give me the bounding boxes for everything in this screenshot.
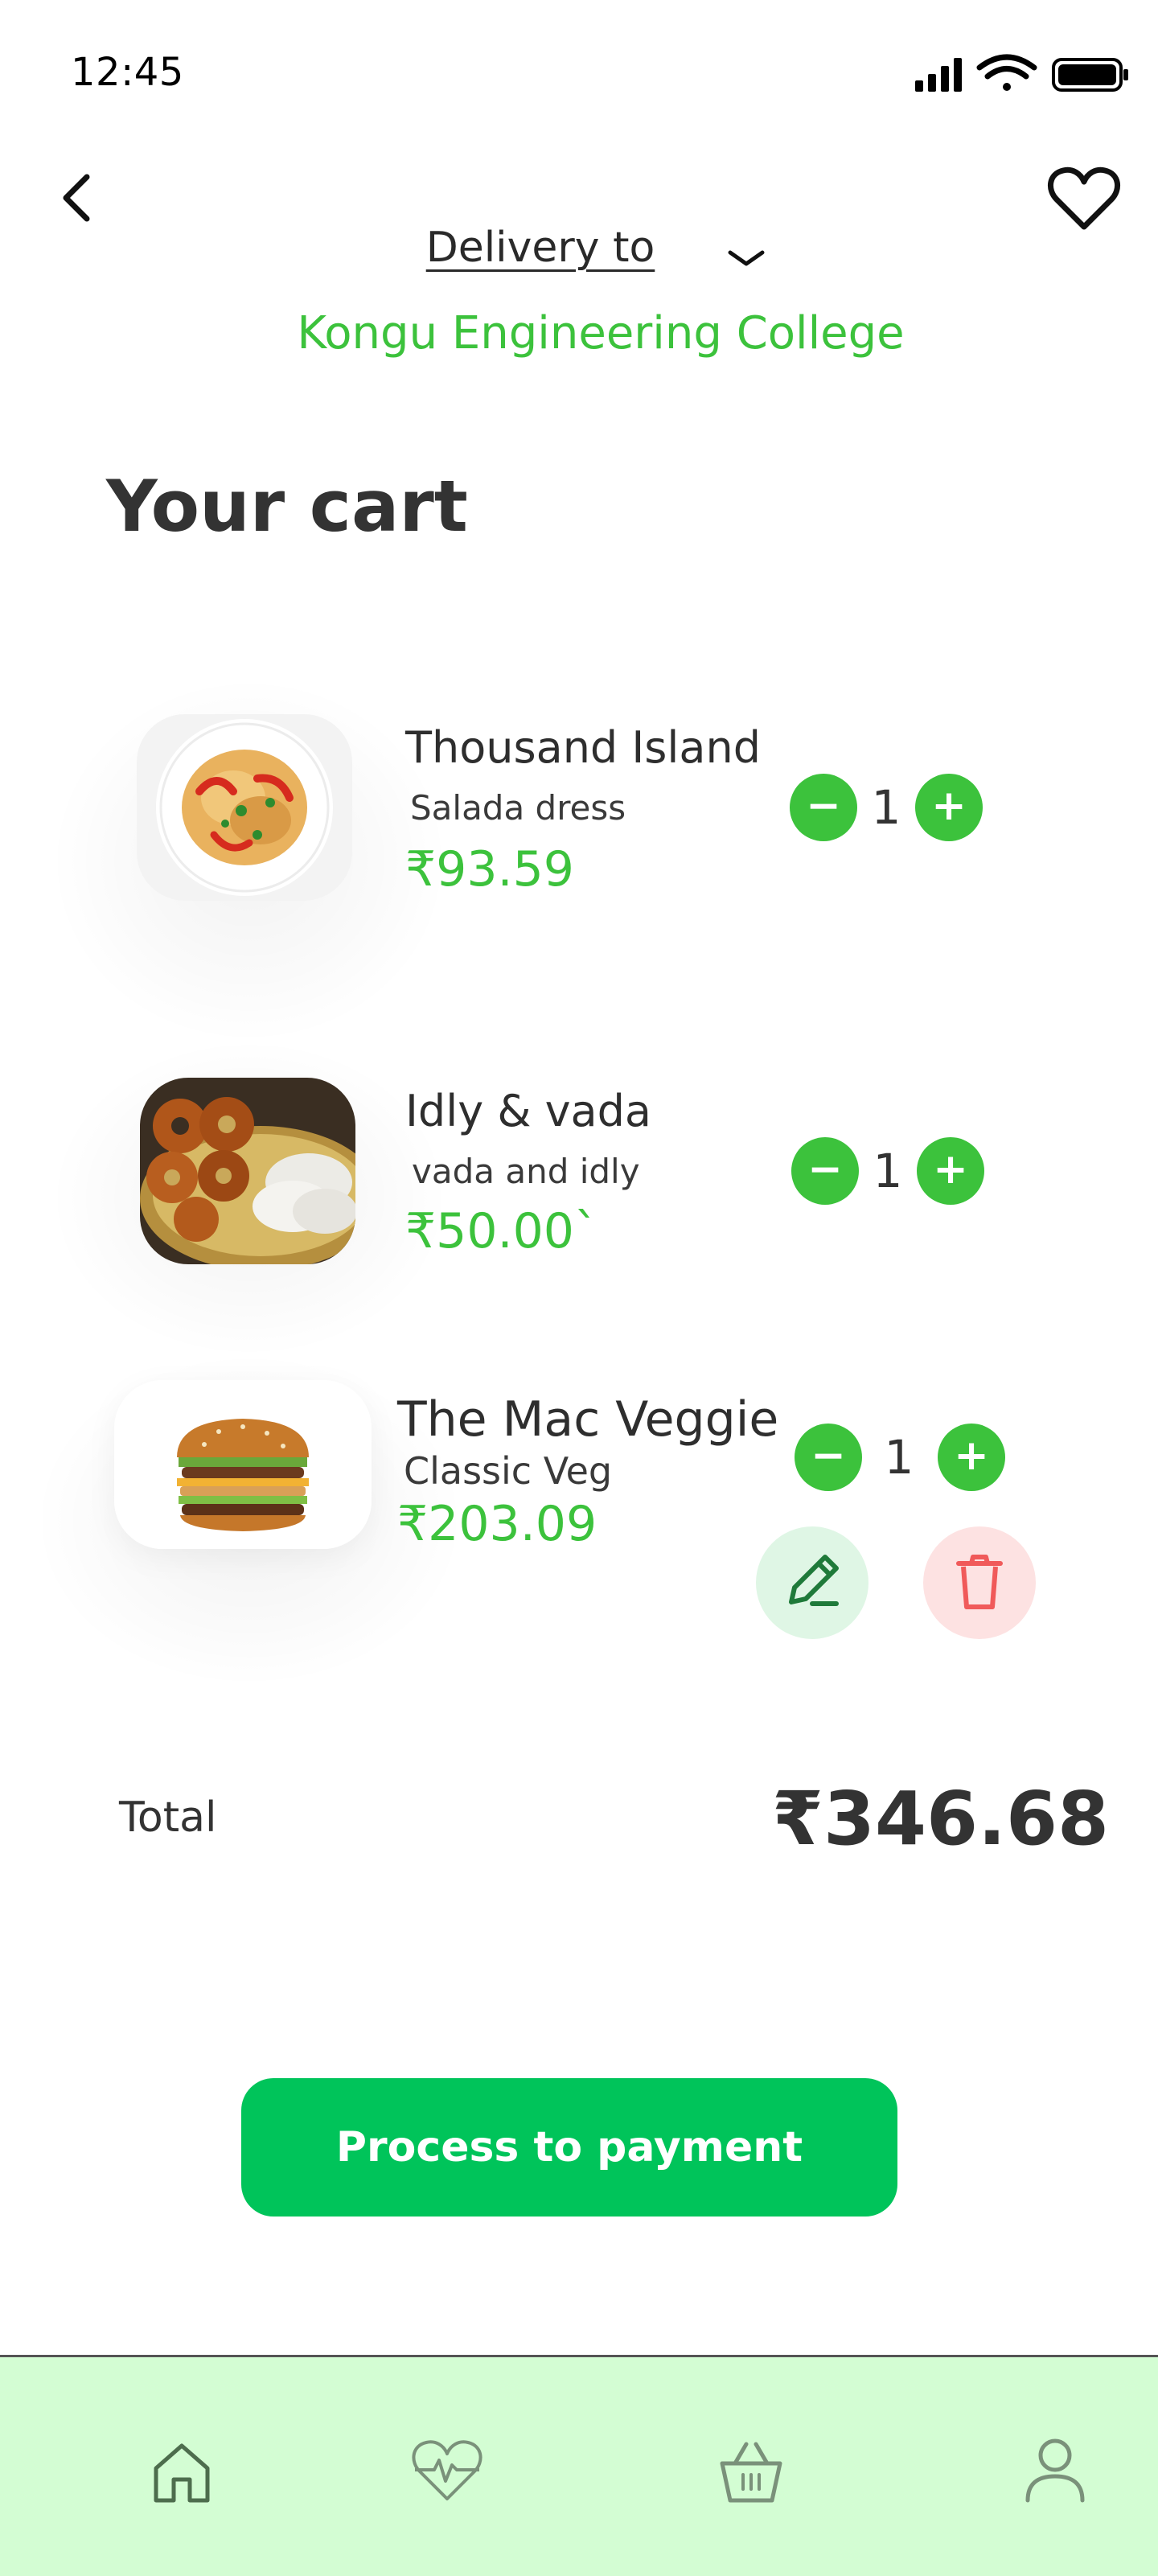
wifi-icon [976,54,1037,91]
process-payment-button[interactable]: Process to payment [241,2078,897,2217]
back-button[interactable] [48,166,106,230]
quantity-value: 1 [873,1144,903,1198]
basket-icon[interactable] [711,2431,791,2512]
total-label: Total [119,1793,217,1842]
home-icon[interactable] [142,2431,222,2512]
status-icons [915,54,1128,92]
delivery-label[interactable]: Delivery to [0,224,1081,272]
item-name: Idly & vada [405,1086,652,1136]
item-price: ₹50.00` [405,1203,598,1259]
quantity-value: 1 [871,780,901,835]
quantity-value: 1 [884,1430,914,1485]
item-image-burger[interactable] [114,1380,372,1549]
user-icon[interactable] [1015,2430,1095,2510]
delete-item-button[interactable] [923,1526,1036,1639]
decrease-qty-button[interactable]: − [791,1137,859,1205]
page-title: Your cart [106,465,468,548]
item-description: Salada dress [410,788,626,828]
item-price: ₹203.09 [397,1496,597,1552]
decrease-qty-button[interactable]: − [795,1424,862,1491]
item-description: vada and idly [412,1152,640,1191]
item-image-idly-vada[interactable] [140,1078,355,1264]
battery-icon [1052,58,1128,92]
heart-pulse-icon[interactable] [407,2430,487,2510]
item-description: Classic Veg [404,1449,613,1493]
chevron-left-icon [63,174,90,222]
status-time: 12:45 [71,50,184,95]
item-price: ₹93.59 [405,841,574,898]
total-value: ₹346.68 [772,1776,1110,1862]
chevron-down-icon [728,250,765,266]
delivery-dropdown-button[interactable] [724,241,769,273]
item-image-salad[interactable] [137,714,352,901]
trash-icon [956,1555,1003,1609]
item-name: The Mac Veggie [397,1391,779,1448]
decrease-qty-button[interactable]: − [790,774,857,841]
idly-vada-image [140,1078,355,1264]
signal-icon [915,58,962,92]
increase-qty-button[interactable]: + [915,774,983,841]
heart-icon [1048,166,1120,230]
pencil-icon [789,1555,839,1606]
increase-qty-button[interactable]: + [917,1137,984,1205]
edit-item-button[interactable] [756,1526,868,1639]
salad-plate-image [137,714,352,901]
item-name: Thousand Island [405,722,762,773]
increase-qty-button[interactable]: + [938,1424,1005,1491]
favorite-button[interactable] [1045,162,1123,233]
burger-image [114,1380,372,1549]
bottom-nav [0,2355,1158,2576]
delivery-address[interactable]: Kongu Engineering College [0,307,1158,359]
